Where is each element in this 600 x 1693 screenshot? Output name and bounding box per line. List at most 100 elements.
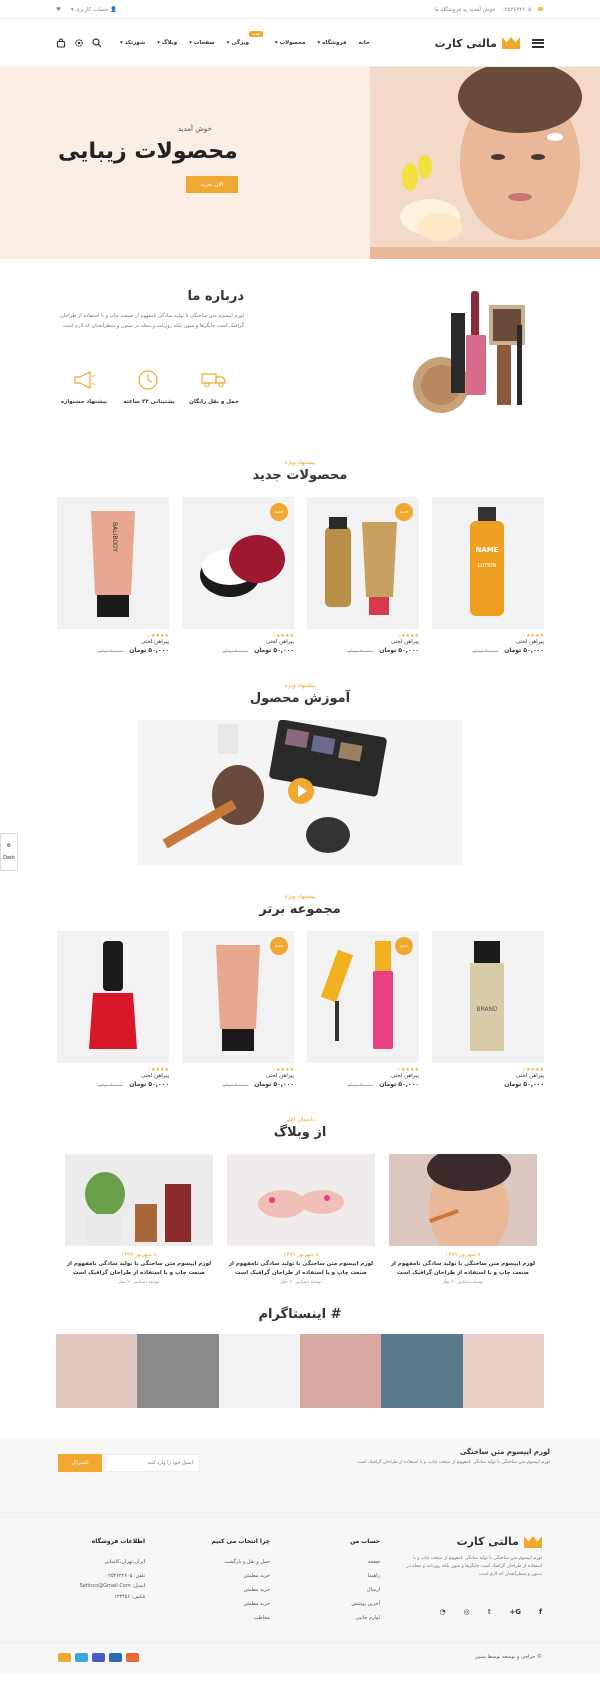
blog-post[interactable]: ۸ شهریور ۱۳۹۹ لورم ایپسوم متن ساختگی با … [227,1154,375,1285]
new-badge: جدید [395,937,413,955]
welcome-text: خوش آمدید به فروشگاه ما [434,6,496,13]
about-title: درباره ما [187,289,244,304]
hero-banner: خوش آمدید محصولات زیبایی الان بخرید [0,67,600,259]
footer-link[interactable]: حمل و نقل و بازگشت [211,1555,270,1569]
phone-icon: ☎ [537,6,544,13]
footer-logo[interactable]: مالتی کارت [402,1535,542,1549]
truck-icon [201,373,226,388]
nav-features[interactable]: جدیدویژگی ▾ [227,31,263,46]
product-card[interactable]: جدید ★★★★☆ پیراهن لختی ۵۰,۰۰۰ تومان۷۰,۰۰… [307,931,419,1088]
new-badge: جدید [249,31,263,37]
product-price: ۵۰,۰۰۰ تومان۷۰,۰۰۰ تومان [347,1081,419,1088]
heart-icon[interactable]: ♥ [56,7,61,13]
section-subtitle: پیشنهاد ویژه [284,893,316,900]
footer-link[interactable]: لوازم جانبی [350,1611,380,1625]
svg-text:NAME: NAME [475,546,498,554]
instagram-photo[interactable] [218,1334,301,1408]
nav-products[interactable]: محصولات ▾ [275,40,306,46]
product-price: ۵۰,۰۰۰ تومان۷۰,۰۰۰ تومان [222,647,294,654]
product-video[interactable] [138,720,462,865]
footer-link[interactable]: ارسال [350,1583,380,1597]
section-title: مجموعه برتر [259,902,341,917]
instagram-photo[interactable] [462,1334,544,1408]
product-card[interactable]: BRAND ★★★★☆ پیراهن لختی ۵۰,۰۰۰ تومان [432,931,544,1088]
shop-now-button[interactable]: الان بخرید [185,176,238,193]
user-icon: 👤 [109,6,117,13]
footer-link[interactable]: خرید مطمئن [211,1569,270,1583]
rss-icon[interactable]: ◔ [440,1608,446,1616]
social-links: f G+ 𝕥 ◎ ◔ [440,1608,542,1616]
brand-bottle-image: BRAND [470,941,504,1051]
cart-icon[interactable] [56,38,66,48]
facebook-icon[interactable]: f [539,1608,542,1616]
instagram-photo[interactable] [300,1334,382,1408]
play-icon[interactable] [288,778,314,804]
product-card[interactable]: NAME LOTION ★★★★☆ پیراهن لختی ۵۰,۰۰۰ توما… [432,497,544,654]
post-date: ۸ شهریور ۱۳۹۹ [121,1252,157,1258]
section-subtitle: پیشنهاد ویژه [284,682,316,689]
top-bar: ☎ ۰۲۵۳۶۲۲۶۰۵ خوش آمدید به فروشگاه ما 👤 ح… [0,0,600,19]
product-price: ۵۰,۰۰۰ تومان۷۰,۰۰۰ تومان [97,647,169,654]
email-input[interactable] [105,1454,200,1472]
footer-link[interactable]: خرید مطمئن [211,1583,270,1597]
new-badge: جدید [270,503,288,521]
old-price: ۷۰,۰۰۰ تومان [97,1083,124,1088]
dark-label: Dark [3,855,15,861]
dark-mode-toggle[interactable]: ⚙ Dark [0,833,18,871]
instagram-photo[interactable] [137,1334,219,1408]
product-card[interactable]: ★★★★☆ پیراهن لختی ۵۰,۰۰۰ تومان۷۰,۰۰۰ توم… [57,931,169,1088]
post-title[interactable]: لورم ایپسوم متن ساختگی با تولید سادگی نا… [227,1260,375,1278]
bb-cream-image: BALIBODY [91,511,135,617]
new-badge: جدید [395,503,413,521]
nav-pages[interactable]: صفحات ▾ [189,40,215,46]
blog-post[interactable]: ۸ شهریور ۱۳۹۹ لورم ایپسوم متن ساختگی با … [389,1147,537,1285]
post-meta: نوشته دستایبر ۲۰ نظر [118,1280,160,1285]
logo[interactable]: مالتی کارت [435,37,520,50]
footer-link[interactable]: صفحه [350,1555,380,1569]
product-card[interactable]: جدید ★★★★☆ پیراهن لختی ۵۰,۰۰۰ تومان۷۰,۰۰… [182,931,294,1088]
section-subtitle: داستان اخیر [285,1116,315,1123]
logo-icon [524,1536,542,1548]
hero-model-image [370,67,600,259]
menu-icon[interactable] [532,38,544,48]
nav-home[interactable]: خانه [359,40,370,46]
blog-post[interactable]: ۸ شهریور ۱۳۹۹ لورم ایپسوم متن ساختگی با … [65,1154,213,1285]
product-price: ۵۰,۰۰۰ تومان۷۰,۰۰۰ تومان [472,647,544,654]
nav-blog[interactable]: وبلاگ ▾ [157,40,177,46]
top-collection-heading: پیشنهاد ویژه مجموعه برتر [0,893,600,917]
product-card[interactable]: جدید ★★★★☆ پیراهن لختی ۵۰,۰۰۰ تومان۷۰,۰۰… [307,497,419,654]
nail-polish-image [89,941,137,1049]
footer-link[interactable]: مخاطب [211,1611,270,1625]
footer-about: مالتی کارت لورم ایپسوم متن ساختگی با تول… [402,1535,542,1579]
product-card[interactable]: جدید ★★★★☆ پیراهن لختی ۵۰,۰۰۰ تومان۷۰,۰۰… [182,497,294,654]
nav-shop[interactable]: فروشگاه ▾ [317,40,346,46]
product-price: ۵۰,۰۰۰ تومان۷۰,۰۰۰ تومان [97,1081,169,1088]
gear-icon[interactable] [74,38,84,48]
product-card[interactable]: BALIBODY ★★★★☆ پیراهن لختی ۵۰,۰۰۰ تومان۷… [57,497,169,654]
twitter-icon[interactable]: 𝕥 [488,1608,492,1616]
search-icon[interactable] [92,38,102,48]
google-plus-icon[interactable]: G+ [509,1608,521,1616]
post-meta: نوشته دستایبر ۲۰ نظر [280,1280,322,1285]
footer-link[interactable]: آخرین پوشش [350,1597,380,1611]
instagram-photo[interactable] [56,1334,138,1408]
footer-account: حساب من صفحه راهنما ارسال آخرین پوشش لوا… [350,1535,380,1625]
footer-link[interactable]: راهنما [350,1569,380,1583]
old-price: ۷۰,۰۰۰ تومان [347,1083,374,1088]
instagram-heading: # اینستاگرام [0,1307,600,1322]
lotion-bottle-image: NAME LOTION [470,507,504,616]
account-link[interactable]: 👤 حساب کاربری ▾ [71,7,117,13]
old-price: ۷۰,۰۰۰ تومان [222,1083,249,1088]
instagram-icon[interactable]: ◎ [464,1608,470,1616]
footer-link[interactable]: خرید مطمئن [211,1597,270,1611]
subscribe-button[interactable]: اشتراک [58,1454,102,1472]
nav-shortcode[interactable]: شورتکد ▾ [120,40,145,46]
svg-text:BALIBODY: BALIBODY [111,522,118,552]
blog-heading: داستان اخیر از وبلاگ [0,1116,600,1140]
instagram-photo[interactable] [381,1334,463,1408]
new-badge: جدید [270,937,288,955]
newsletter: لورم ایپسوم متن ساختگی لورم ایپسوم متن س… [0,1438,600,1512]
post-date: ۸ شهریور ۱۳۹۹ [445,1252,481,1258]
post-title[interactable]: لورم ایپسوم متن ساختگی با تولید سادگی نا… [389,1260,537,1278]
post-title[interactable]: لورم ایپسوم متن ساختگی با تولید سادگی نا… [65,1260,213,1278]
